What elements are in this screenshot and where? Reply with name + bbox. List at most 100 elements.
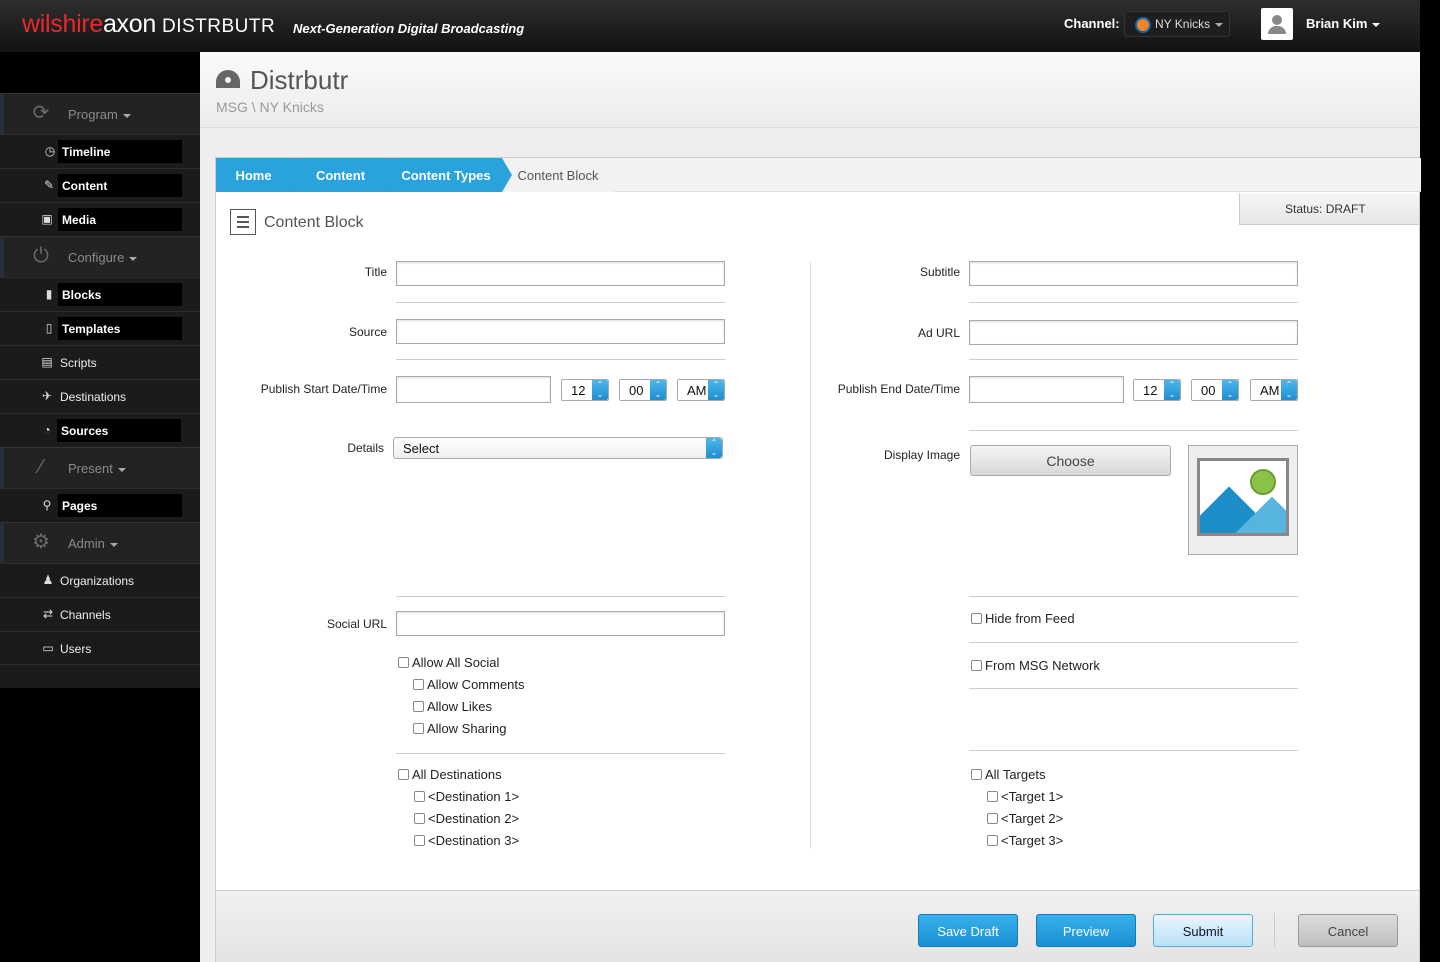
form-footer: Save Draft Preview Submit Cancel	[215, 891, 1420, 962]
status-badge: Status: DRAFT	[1239, 193, 1419, 225]
save-draft-button[interactable]: Save Draft	[918, 914, 1018, 947]
chevron-down-icon	[1372, 22, 1381, 27]
clock-icon: ◷	[44, 144, 56, 158]
sidebar-item-sources[interactable]: ◔ Sources	[0, 413, 200, 447]
power-icon: ⏻	[33, 245, 49, 267]
destination-2-checkbox[interactable]: <Destination 2>	[414, 811, 519, 826]
logo-axon: axon	[102, 10, 156, 38]
publish-end-date-input[interactable]	[969, 376, 1124, 403]
start-ampm-select[interactable]: AM ⌃ ⌄	[677, 379, 725, 401]
chevron-down-icon	[109, 542, 118, 547]
sidebar-item-blocks[interactable]: ▮ Blocks	[0, 277, 200, 311]
details-label: Details	[347, 441, 384, 455]
sidebar-item-channels[interactable]: ⇄ Channels	[0, 597, 200, 631]
details-select[interactable]: Select ⌃ ⌄	[393, 437, 723, 459]
sidebar-item-media[interactable]: ▣ Media	[0, 202, 200, 236]
end-ampm-select[interactable]: AM ⌃ ⌄	[1250, 379, 1298, 401]
bookmark-icon: ▮	[45, 287, 53, 301]
briefcase-icon: ▭	[42, 641, 54, 655]
picture-icon: ▣	[41, 212, 53, 226]
sidebar-item-scripts[interactable]: ▤ Scripts	[0, 345, 200, 379]
rss-icon: ◔	[43, 423, 51, 437]
spinner-arrows-icon: ⌃ ⌄	[1164, 380, 1180, 400]
top-bar: wilshireaxon DISTRBUTR Next-Generation Di…	[0, 0, 1420, 52]
chevron-down-icon	[122, 113, 131, 118]
title-label: Title	[364, 265, 387, 279]
source-label: Source	[348, 325, 387, 339]
source-input[interactable]	[396, 319, 725, 344]
sidebar-section-admin[interactable]: ⚙ Admin	[0, 522, 200, 563]
spinner-arrows-icon: ⌃ ⌄	[592, 380, 608, 400]
start-hour-select[interactable]: 12 ⌃ ⌄	[561, 379, 609, 401]
sidebar-item-users[interactable]: ▭ Users	[0, 631, 200, 665]
page-subtitle: MSG \ NY Knicks	[216, 99, 324, 115]
target-1-checkbox[interactable]: <Target 1>	[987, 789, 1063, 804]
submit-button[interactable]: Submit	[1153, 914, 1253, 947]
social-url-input[interactable]	[396, 611, 725, 636]
channel-select[interactable]: NY Knicks	[1124, 11, 1230, 37]
start-minute-select[interactable]: 00 ⌃ ⌄	[619, 379, 667, 401]
ad-url-input[interactable]	[969, 320, 1298, 345]
end-hour-select[interactable]: 12 ⌃ ⌄	[1133, 379, 1181, 401]
sidebar-item-templates[interactable]: ▯ Templates	[0, 311, 200, 345]
spinner-arrows-icon: ⌃ ⌄	[708, 380, 724, 400]
title-input[interactable]	[396, 261, 725, 286]
sidebar-item-destinations[interactable]: ✈ Destinations	[0, 379, 200, 413]
page-header: Distrbutr MSG \ NY Knicks	[200, 52, 1420, 128]
hide-from-feed-checkbox[interactable]: Hide from Feed	[971, 611, 1075, 626]
pencil-icon: ✎	[43, 178, 55, 192]
sidebar-item-organizations[interactable]: ♟ Organizations	[0, 563, 200, 597]
destination-3-checkbox[interactable]: <Destination 3>	[414, 833, 519, 848]
page-title: Distrbutr	[250, 65, 349, 95]
avatar[interactable]	[1261, 8, 1293, 40]
publish-start-date-input[interactable]	[396, 376, 551, 403]
channel-label: Channel:	[1064, 16, 1120, 31]
tagline: Next-Generation Digital Broadcasting	[293, 21, 525, 36]
breadcrumb-content[interactable]: Content	[291, 158, 399, 192]
all-destinations-checkbox[interactable]: All Destinations	[398, 767, 502, 782]
publish-start-label: Publish Start Date/Time	[260, 382, 387, 396]
content-panel: Home Content Content Types Content Block…	[215, 157, 1421, 891]
list-icon	[230, 209, 256, 235]
cancel-button[interactable]: Cancel	[1298, 914, 1398, 947]
sidebar-item-content[interactable]: ✎ Content	[0, 168, 200, 202]
choose-image-button[interactable]: Choose	[970, 445, 1171, 476]
from-msg-network-checkbox[interactable]: From MSG Network	[971, 658, 1100, 673]
target-3-checkbox[interactable]: <Target 3>	[987, 833, 1063, 848]
allow-likes-checkbox[interactable]: Allow Likes	[413, 699, 492, 714]
subtitle-label: Subtitle	[919, 265, 960, 279]
chevron-down-icon	[117, 467, 126, 472]
destination-1-checkbox[interactable]: <Destination 1>	[414, 789, 519, 804]
group-icon: ♟	[42, 573, 54, 587]
sidebar-section-present[interactable]: ⁄ Present	[0, 447, 200, 488]
preview-button[interactable]: Preview	[1036, 914, 1136, 947]
app-logo[interactable]: wilshireaxon DISTRBUTR	[22, 10, 275, 39]
channel-value: NY Knicks	[1155, 17, 1211, 31]
spinner-arrows-icon: ⌃ ⌄	[1281, 380, 1297, 400]
end-minute-select[interactable]: 00 ⌃ ⌄	[1191, 379, 1239, 401]
breadcrumb-content-types[interactable]: Content Types	[389, 158, 512, 192]
ad-url-label: Ad URL	[917, 326, 960, 340]
column-divider	[810, 262, 811, 849]
sidebar-section-program[interactable]: ⟳ Program	[0, 93, 200, 134]
knicks-logo-icon	[1135, 17, 1151, 33]
subtitle-input[interactable]	[969, 261, 1298, 286]
user-menu[interactable]: Brian Kim	[1306, 16, 1381, 31]
exchange-icon: ⇄	[42, 607, 54, 621]
magic-wand-icon: ⁄	[39, 456, 43, 478]
image-placeholder-icon[interactable]	[1188, 445, 1298, 555]
sidebar-section-configure[interactable]: ⏻ Configure	[0, 236, 200, 277]
allow-all-social-checkbox[interactable]: Allow All Social	[398, 655, 499, 670]
target-2-checkbox[interactable]: <Target 2>	[987, 811, 1063, 826]
all-targets-checkbox[interactable]: All Targets	[971, 767, 1045, 782]
sidebar-item-timeline[interactable]: ◷ Timeline	[0, 134, 200, 168]
breadcrumb-home[interactable]: Home	[216, 158, 301, 192]
gear-icon: ⚙	[32, 531, 50, 553]
dashboard-icon	[216, 70, 240, 88]
sidebar: ⟳ Program ◷ Timeline ✎ Content ▣ Media ⏻…	[0, 52, 200, 688]
publish-end-label: Publish End Date/Time	[837, 382, 960, 396]
allow-sharing-checkbox[interactable]: Allow Sharing	[413, 721, 507, 736]
sidebar-item-pages[interactable]: ⚲ Pages	[0, 488, 200, 522]
chevron-down-icon	[129, 256, 138, 261]
allow-comments-checkbox[interactable]: Allow Comments	[413, 677, 525, 692]
